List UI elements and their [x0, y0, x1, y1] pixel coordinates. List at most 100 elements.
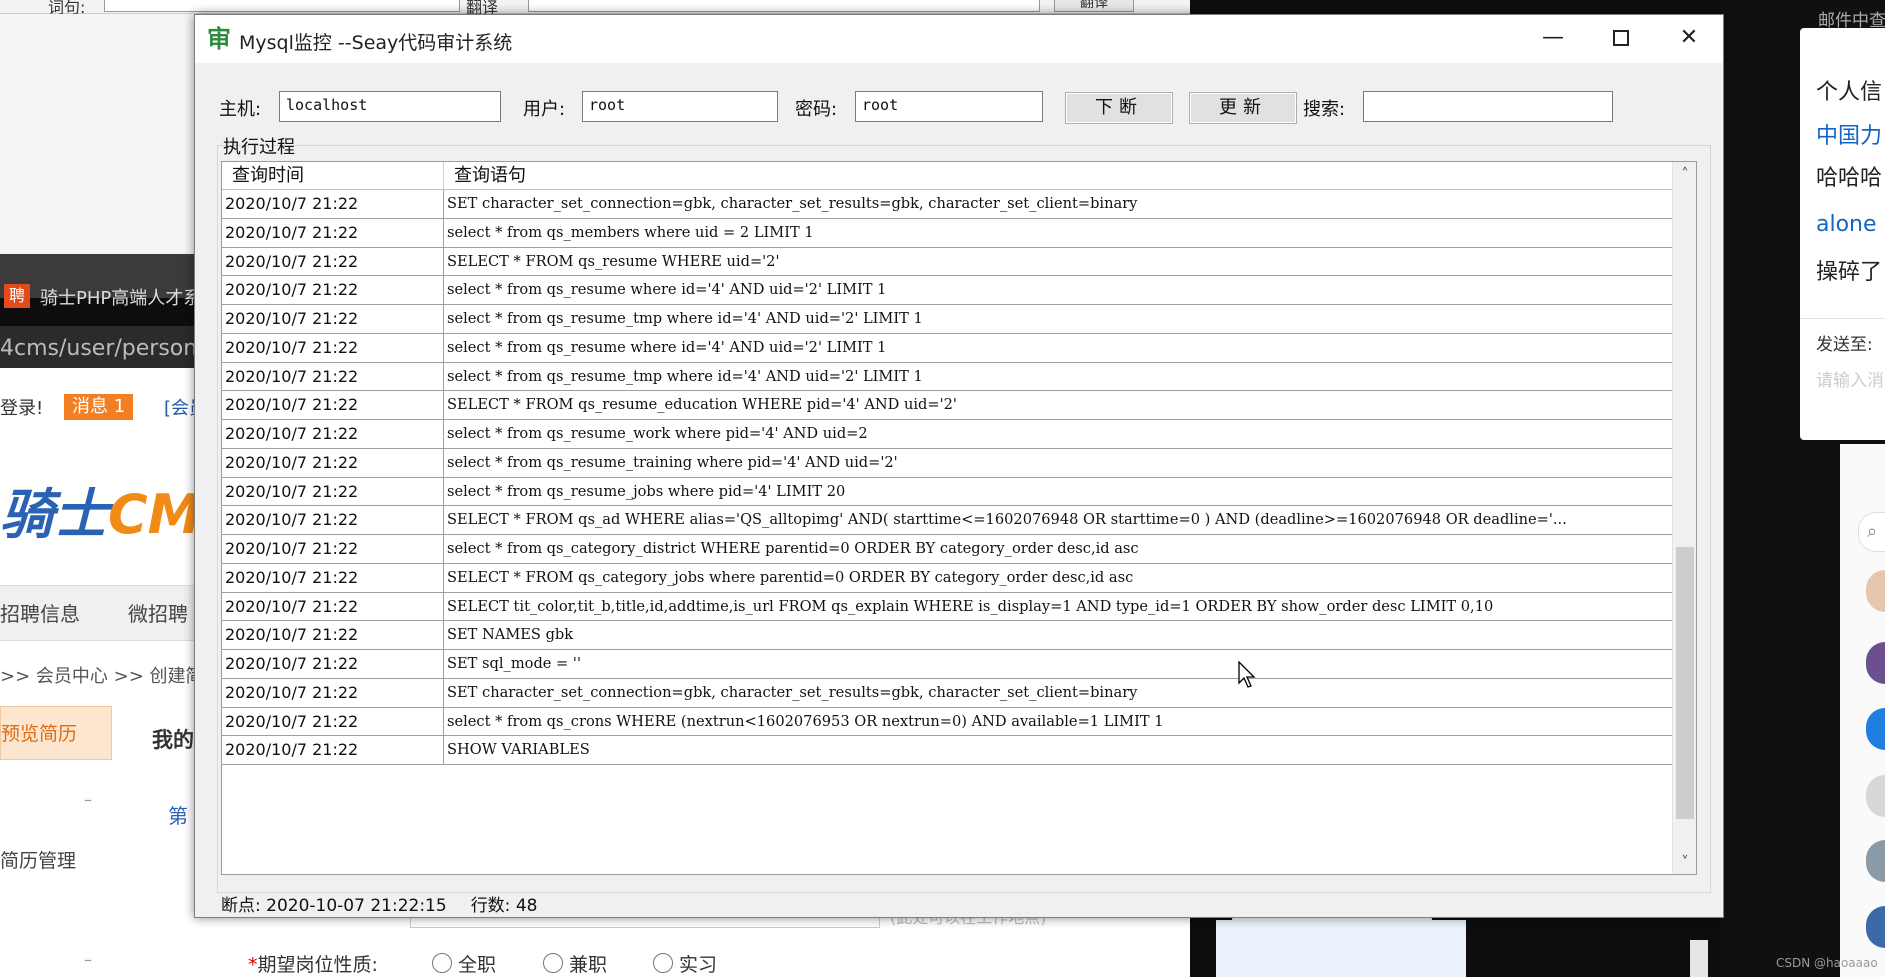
- site-logo-text: 骑士: [0, 483, 108, 546]
- table-row[interactable]: 2020/10/7 21:22 select * from qs_category…: [222, 535, 1672, 564]
- cell-query-time: 2020/10/7 21:22: [222, 391, 444, 419]
- cell-query-sql: select * from qs_resume_work where pid='…: [447, 425, 868, 442]
- status-breakpoint: 断点: 2020-10-07 21:22:15: [221, 896, 447, 916]
- table-row[interactable]: 2020/10/7 21:22 select * from qs_resume_t…: [222, 305, 1672, 334]
- table-row[interactable]: 2020/10/7 21:22 SET character_set_connect…: [222, 190, 1672, 219]
- background-page-scrollbar[interactable]: [1690, 940, 1708, 977]
- user-input[interactable]: root: [582, 91, 778, 122]
- password-label: 密码:: [795, 99, 838, 120]
- bg-translate-button[interactable]: 翻译: [1054, 0, 1134, 12]
- cell-query-sql: SET character_set_connection=gbk, charac…: [447, 683, 1138, 701]
- vertical-scrollbar[interactable]: ˄ ˅: [1672, 162, 1696, 874]
- query-log-table[interactable]: 查询时间 查询语句 2020/10/7 21:22 SET character_s…: [221, 161, 1697, 875]
- status-row-count: 行数: 48: [470, 896, 538, 916]
- table-row[interactable]: 2020/10/7 21:22 select * from qs_resume_t…: [222, 448, 1672, 478]
- table-row[interactable]: 2020/10/7 21:22 select * from qs_resume w…: [222, 333, 1672, 363]
- chat-message-5: 操碎了: [1816, 260, 1883, 285]
- minimize-icon[interactable]: —: [1519, 15, 1587, 63]
- column-header-time[interactable]: 查询时间: [222, 162, 444, 190]
- cell-query-time: 2020/10/7 21:22: [222, 477, 444, 506]
- radio-intern-label: 实习: [679, 954, 718, 976]
- break-button[interactable]: 下断: [1065, 92, 1173, 124]
- radio-part-time-label: 兼职: [569, 954, 608, 976]
- csdn-watermark: CSDN @haoaaao: [1776, 956, 1878, 970]
- cell-query-sql: SELECT * FROM qs_category_jobs where par…: [447, 568, 1134, 586]
- cell-query-time: 2020/10/7 21:22: [222, 247, 444, 276]
- chat-divider: [1800, 318, 1885, 319]
- table-row[interactable]: 2020/10/7 21:22 SHOW VARIABLES: [222, 736, 1672, 765]
- browser-tab-favicon-icon: 聘: [4, 284, 30, 308]
- table-row[interactable]: 2020/10/7 21:22 select * from qs_resume_t…: [222, 362, 1672, 392]
- mouse-cursor-icon: [1238, 661, 1256, 688]
- sidebar-item-resume-manage[interactable]: 简历管理: [0, 846, 76, 873]
- table-row[interactable]: 2020/10/7 21:22 SELECT tit_color,tit_b,ti…: [222, 592, 1672, 622]
- message-badge[interactable]: 消息 1: [64, 394, 134, 420]
- table-row[interactable]: 2020/10/7 21:22 select * from qs_resume_j…: [222, 477, 1672, 507]
- chat-message-2[interactable]: 中国力: [1816, 118, 1882, 150]
- chat-input[interactable]: 请输入消: [1816, 366, 1884, 391]
- cell-query-time: 2020/10/7 21:22: [222, 678, 444, 707]
- cell-query-sql: SET sql_mode = '': [447, 655, 581, 672]
- cell-query-sql: SELECT tit_color,tit_b,title,id,addtime,…: [447, 597, 1494, 615]
- sidebar-dash-2: –: [84, 950, 92, 969]
- radio-full-time[interactable]: [432, 953, 452, 973]
- cell-query-time: 2020/10/7 21:22: [222, 362, 444, 391]
- host-input[interactable]: localhost: [279, 91, 501, 122]
- table-row[interactable]: 2020/10/7 21:22 SELECT * FROM qs_ad WHERE…: [222, 506, 1672, 535]
- close-icon[interactable]: ✕: [1655, 15, 1723, 63]
- radio-part-time[interactable]: [543, 953, 563, 973]
- cell-query-sql: SELECT * FROM qs_resume WHERE uid='2': [447, 252, 780, 270]
- table-row[interactable]: 2020/10/7 21:22 SELECT * FROM qs_resume W…: [222, 247, 1672, 277]
- browser-tab-title[interactable]: 骑士PHP高端人才系: [40, 284, 201, 310]
- maximize-icon[interactable]: [1587, 15, 1655, 63]
- table-row[interactable]: 2020/10/7 21:22 select * from qs_resume w…: [222, 276, 1672, 305]
- table-row[interactable]: 2020/10/7 21:22 select * from qs_resume_w…: [222, 420, 1672, 449]
- chat-search-icon[interactable]: ⌕: [1858, 512, 1885, 552]
- step-tab[interactable]: 第: [168, 800, 188, 829]
- scroll-down-icon[interactable]: ˅: [1673, 850, 1696, 874]
- execution-group-label: 执行过程: [223, 137, 295, 158]
- search-label: 搜索:: [1303, 99, 1346, 120]
- bg-translate-input[interactable]: [528, 0, 1040, 12]
- status-bar: 断点: 2020-10-07 21:22:15 行数: 48: [221, 891, 537, 916]
- nav-item-jobs[interactable]: 招聘信息: [0, 598, 80, 627]
- my-heading: 我的: [152, 728, 194, 752]
- sidebar-item-preview-resume[interactable]: 预览简历: [0, 706, 112, 760]
- app-logo-icon: 审: [207, 25, 231, 53]
- nav-item-micro-jobs[interactable]: 微招聘: [128, 598, 188, 627]
- table-row[interactable]: 2020/10/7 21:22 SELECT * FROM qs_resume_e…: [222, 391, 1672, 420]
- table-header: 查询时间 查询语句: [222, 162, 1672, 190]
- required-mark: *: [248, 954, 258, 976]
- password-input[interactable]: root: [855, 91, 1043, 122]
- scrollbar-thumb[interactable]: [1676, 547, 1694, 819]
- cell-query-sql: select * from qs_members where uid = 2 L…: [447, 223, 814, 241]
- search-input[interactable]: [1363, 91, 1613, 122]
- cell-query-sql: select * from qs_crons WHERE (nextrun<16…: [447, 712, 1164, 730]
- cell-query-sql: SET NAMES gbk: [447, 626, 574, 644]
- table-row[interactable]: 2020/10/7 21:22 SELECT * FROM qs_category…: [222, 563, 1672, 593]
- refresh-button[interactable]: 更新: [1189, 92, 1297, 124]
- table-row[interactable]: 2020/10/7 21:22 select * from qs_crons WH…: [222, 707, 1672, 737]
- chat-message-4[interactable]: alone: [1816, 212, 1877, 237]
- job-nature-label: *期望岗位性质:: [248, 950, 378, 977]
- cell-query-time: 2020/10/7 21:22: [222, 420, 444, 448]
- cell-query-sql: SELECT * FROM qs_ad WHERE alias='QS_allt…: [447, 511, 1567, 529]
- cell-query-time: 2020/10/7 21:22: [222, 621, 444, 649]
- scroll-up-icon[interactable]: ˄: [1673, 162, 1696, 186]
- table-row[interactable]: 2020/10/7 21:22 SET NAMES gbk: [222, 621, 1672, 650]
- radio-intern[interactable]: [653, 953, 673, 973]
- chat-send-to-label: 发送至:: [1816, 335, 1873, 355]
- cell-query-sql: select * from qs_resume_jobs where pid='…: [447, 482, 846, 500]
- bg-word-input[interactable]: [104, 0, 460, 12]
- cell-query-time: 2020/10/7 21:22: [222, 333, 444, 362]
- background-right-panel: [1216, 920, 1466, 977]
- chat-message-1: 个人信: [1816, 80, 1883, 105]
- table-row[interactable]: 2020/10/7 21:22 SET character_set_connect…: [222, 678, 1672, 708]
- chat-message-3: 哈哈哈: [1816, 166, 1883, 191]
- table-row[interactable]: 2020/10/7 21:22 select * from qs_members …: [222, 218, 1672, 248]
- cell-query-sql: select * from qs_category_district WHERE…: [447, 540, 1139, 557]
- table-row[interactable]: 2020/10/7 21:22 SET sql_mode = '': [222, 650, 1672, 679]
- column-header-sql[interactable]: 查询语句: [444, 162, 1672, 190]
- address-bar-url[interactable]: 4cms/user/personal: [0, 336, 217, 361]
- title-bar[interactable]: 审 Mysql监控 --Seay代码审计系统 — ✕: [195, 15, 1723, 63]
